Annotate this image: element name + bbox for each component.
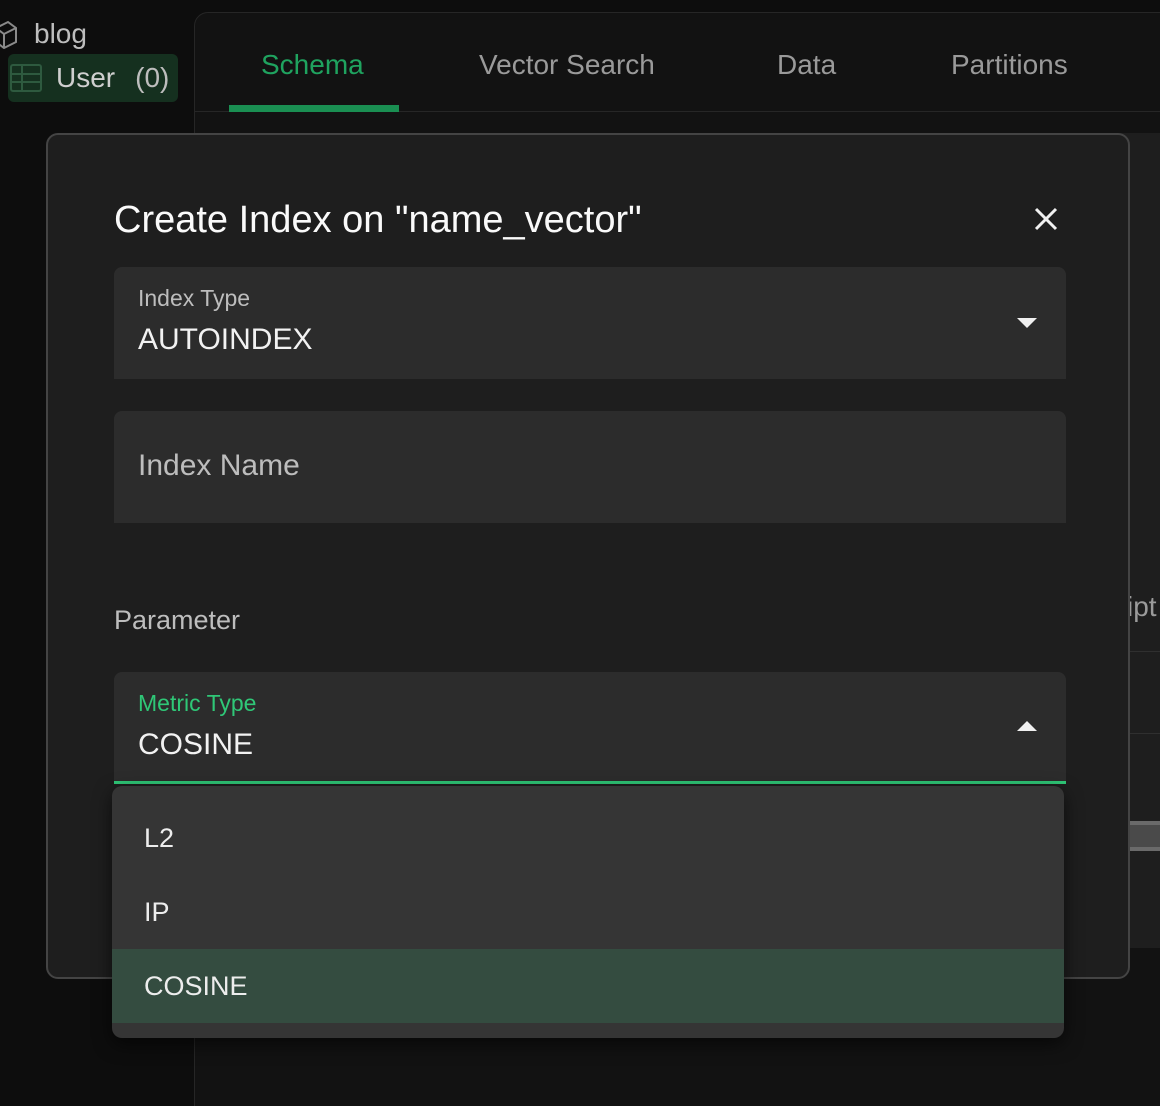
collection-count: (0) — [135, 62, 170, 93]
index-type-value: AUTOINDEX — [138, 323, 313, 356]
tab-schema[interactable]: Schema — [261, 47, 364, 83]
table-icon — [10, 64, 42, 92]
metric-type-label: Metric Type — [138, 690, 257, 716]
caret-up-icon — [1017, 721, 1037, 731]
dialog-title: Create Index on "name_vector" — [114, 199, 642, 241]
collection-label: User — [56, 62, 116, 93]
tree-item-database[interactable]: blog — [0, 16, 87, 52]
database-label: blog — [34, 18, 87, 49]
metric-type-value: COSINE — [138, 728, 254, 761]
index-name-field[interactable]: Index Name — [114, 411, 1066, 523]
metric-type-select[interactable]: Metric Type COSINE — [114, 672, 1066, 784]
index-type-label: Index Type — [138, 285, 251, 311]
horizontal-scrollbar[interactable] — [1127, 821, 1160, 851]
tree-item-collection-user[interactable]: User (0) — [8, 54, 178, 102]
menu-option-ip[interactable]: IP — [112, 875, 1064, 949]
cube-icon — [0, 19, 20, 49]
caret-down-icon — [1017, 318, 1037, 328]
parameter-heading: Parameter — [114, 605, 241, 635]
close-button[interactable] — [1028, 201, 1064, 237]
table-divider — [1127, 651, 1160, 652]
tab-bar: Schema Vector Search Data Partitions — [195, 13, 1160, 112]
close-icon — [1034, 207, 1058, 231]
table-header-partial: ipt — [1127, 591, 1157, 622]
tab-data[interactable]: Data — [777, 47, 836, 83]
menu-option-l2[interactable]: L2 — [112, 801, 1064, 875]
tab-vector-search[interactable]: Vector Search — [479, 47, 655, 83]
index-name-placeholder: Index Name — [138, 449, 300, 482]
index-type-select[interactable]: Index Type AUTOINDEX — [114, 267, 1066, 379]
menu-option-cosine[interactable]: COSINE — [112, 949, 1064, 1023]
metric-type-menu: L2 IP COSINE — [112, 786, 1064, 1038]
table-divider — [1127, 733, 1160, 734]
active-tab-indicator — [229, 105, 399, 112]
tab-partitions[interactable]: Partitions — [951, 47, 1068, 83]
